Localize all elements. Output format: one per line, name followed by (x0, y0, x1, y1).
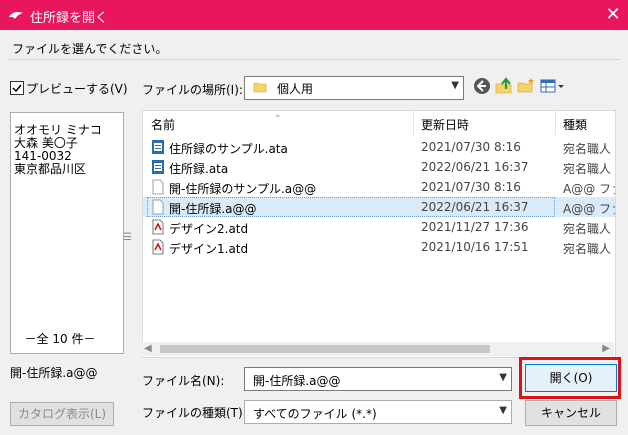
filename-label: ファイル名(N): (142, 374, 225, 388)
chevron-down-icon[interactable]: ▼ (499, 372, 507, 383)
window-title: 住所録を開く (30, 11, 109, 26)
blank-file-icon (152, 179, 164, 195)
column-separator[interactable] (555, 111, 556, 135)
file-name: 住所録.ata (169, 162, 229, 176)
file-type: 宛名職人 (563, 222, 612, 236)
filetype-value: すべてのファイル (*.*) (253, 407, 377, 421)
folder-icon (253, 82, 267, 93)
filename-value: 開-住所録.a@@ (253, 374, 341, 388)
file-type: A@@ ファ (563, 182, 615, 196)
preview-filename: 開-住所録.a@@ (10, 366, 98, 380)
address-book-icon (152, 160, 164, 174)
sort-indicator-icon: ⌄ (274, 110, 282, 120)
checkmark-icon (12, 84, 22, 93)
chevron-down-icon: ▼ (451, 80, 459, 91)
file-name: 住所録のサンプル.ata (169, 142, 288, 156)
file-date: 2022/06/21 16:37 (421, 200, 529, 214)
file-name: デザイン2.atd (169, 222, 249, 236)
preview-label[interactable]: プレビューする(V) (26, 80, 128, 97)
file-date: 2021/10/16 17:51 (421, 240, 529, 254)
filename-input[interactable]: 開-住所録.a@@ ▼ (244, 367, 512, 391)
scroll-right-icon[interactable]: ▶ (602, 343, 610, 354)
address-book-icon (152, 140, 164, 154)
file-row[interactable]: デザイン1.atd 2021/10/16 17:51 宛名職人 (143, 237, 615, 257)
column-header-name[interactable]: 名前 (151, 116, 175, 133)
column-separator[interactable] (413, 111, 414, 135)
location-dropdown[interactable]: 個人用 ▼ (244, 76, 464, 100)
file-type: 宛名職人 (563, 162, 612, 176)
file-type: A@@ ファ (563, 202, 615, 216)
file-row[interactable]: 開-住所録のサンプル.a@@ 2021/07/30 8:16 A@@ ファ (143, 177, 615, 197)
column-header-type[interactable]: 種類 (563, 116, 587, 133)
blank-file-icon (152, 199, 164, 215)
file-row[interactable]: デザイン2.atd 2021/11/27 17:36 宛名職人 (143, 217, 615, 237)
title-bar: 住所録を開く ✕ (0, 0, 628, 30)
open-button[interactable]: 開く(O) (525, 364, 617, 392)
preview-count: －全 10 件－ (24, 332, 96, 346)
back-icon[interactable] (472, 76, 492, 96)
file-date: 2021/07/30 8:16 (421, 180, 521, 194)
file-date: 2022/06/21 16:37 (421, 160, 529, 174)
preview-line: オオモリ ミナコ (14, 123, 102, 137)
catalog-view-button[interactable]: カタログ表示(L) (10, 402, 114, 426)
preview-checkbox[interactable] (10, 81, 24, 95)
scroll-left-icon[interactable]: ◀ (144, 343, 152, 354)
chevron-down-icon: ▼ (499, 405, 507, 416)
file-date: 2021/07/30 8:16 (421, 140, 521, 154)
new-folder-icon[interactable] (516, 76, 536, 96)
view-menu-icon[interactable] (538, 76, 566, 96)
column-header-date[interactable]: 更新日時 (421, 116, 469, 133)
cancel-button[interactable]: キャンセル (525, 400, 617, 426)
file-name: デザイン1.atd (169, 242, 249, 256)
design-file-icon (152, 239, 164, 255)
close-button[interactable]: ✕ (600, 3, 626, 27)
horizontal-scrollbar[interactable]: ◀ ▶ (142, 342, 614, 356)
splitter-grip-icon[interactable]: ☰ (123, 232, 132, 243)
file-row[interactable]: 住所録.ata 2022/06/21 16:37 宛名職人 (143, 157, 615, 177)
design-file-icon (152, 219, 164, 235)
app-logo-icon (9, 12, 23, 19)
preview-line: 大森 美〇子 (14, 136, 78, 150)
preview-line: 141-0032 (14, 149, 72, 163)
location-value: 個人用 (277, 82, 314, 96)
file-list[interactable]: 名前 更新日時 種類 住所録のサンプル.ata 2021/07/30 8:16 … (142, 110, 616, 358)
file-name: 開-住所録のサンプル.a@@ (169, 182, 317, 196)
preview-line: 東京都品川区 (14, 162, 87, 176)
up-folder-icon[interactable] (494, 76, 514, 96)
location-label: ファイルの場所(I): (142, 83, 243, 97)
file-row[interactable]: 住所録のサンプル.ata 2021/07/30 8:16 宛名職人 (143, 137, 615, 157)
file-row-selected[interactable]: 開-住所録.a@@ 2022/06/21 16:37 A@@ ファ (143, 197, 615, 217)
file-date: 2021/11/27 17:36 (421, 220, 529, 234)
file-type: 宛名職人 (563, 242, 612, 256)
file-type: 宛名職人 (563, 142, 612, 156)
divider (8, 59, 620, 60)
file-name: 開-住所録.a@@ (169, 202, 257, 216)
filetype-label: ファイルの種類(T): (142, 406, 247, 420)
filetype-dropdown[interactable]: すべてのファイル (*.*) ▼ (244, 400, 512, 424)
instruction-text: ファイルを選んでください。 (12, 42, 168, 56)
scrollbar-thumb[interactable] (160, 345, 490, 353)
